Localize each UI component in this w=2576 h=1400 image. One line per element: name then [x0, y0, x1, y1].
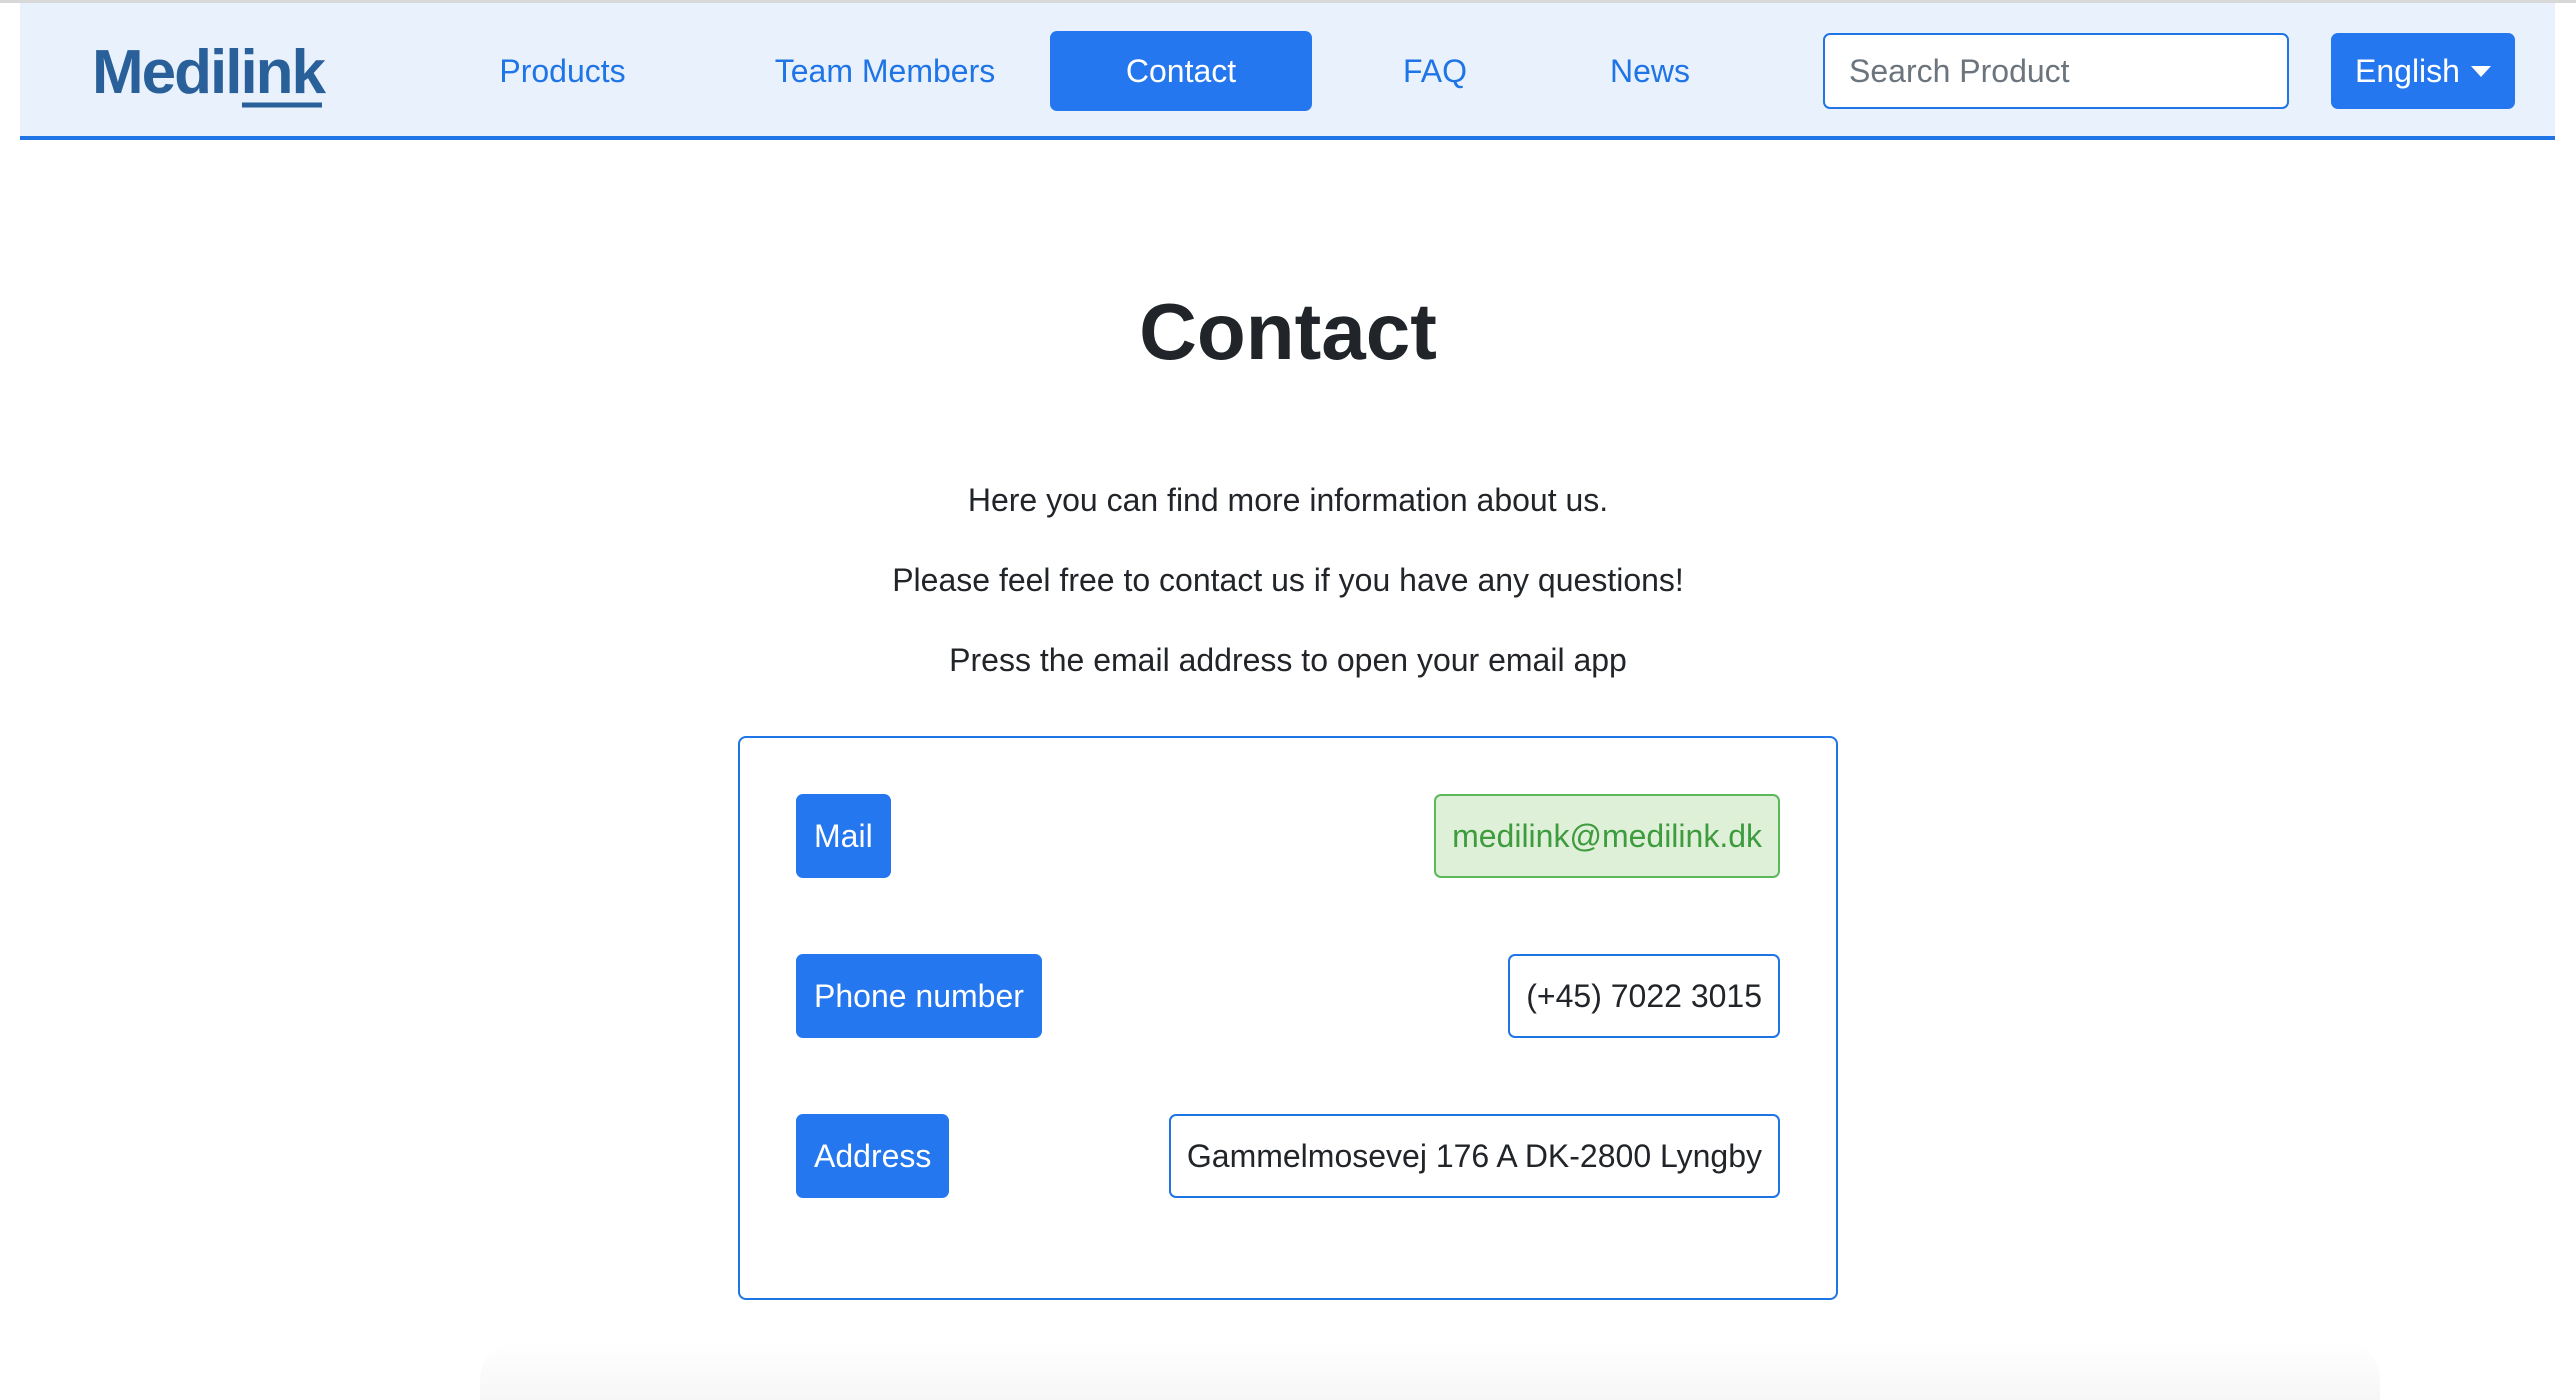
medilink-logo[interactable]: Medilink: [92, 41, 352, 111]
navbar: Medilink Products Team Members Contact F…: [20, 3, 2555, 140]
contact-card: Mail medilink@medilink.dk Phone number (…: [738, 736, 1838, 1300]
address-value: Gammelmosevej 176 A DK-2800 Lyngby: [1168, 1114, 1780, 1198]
intro-text: Press the email address to open your ema…: [949, 642, 1627, 678]
address-label: Address: [796, 1114, 950, 1198]
nav-products[interactable]: Products: [440, 31, 685, 111]
intro-text: Please feel free to contact us if you ha…: [892, 562, 1684, 598]
language-label: English: [2355, 53, 2460, 89]
footer-edge: [480, 1340, 2380, 1400]
search-input[interactable]: [1823, 33, 2289, 109]
nav-news[interactable]: News: [1560, 31, 1740, 111]
intro-text: Here you can find more information about…: [967, 482, 1609, 518]
svg-text:Medilink: Medilink: [92, 41, 327, 107]
phone-label: Phone number: [796, 954, 1042, 1038]
nav-contact[interactable]: Contact: [1050, 31, 1312, 111]
nav-team-members[interactable]: Team Members: [730, 31, 1040, 111]
medilink-logo-mark: Medilink: [92, 41, 329, 108]
nav-faq[interactable]: FAQ: [1350, 31, 1520, 111]
mail-link[interactable]: medilink@medilink.dk: [1434, 794, 1780, 878]
caret-down-icon: [2471, 66, 2491, 77]
mail-label: Mail: [796, 794, 891, 878]
page-title: Contact: [1139, 287, 1437, 376]
phone-value: (+45) 7022 3015: [1508, 954, 1780, 1038]
language-dropdown[interactable]: English: [2331, 33, 2515, 109]
